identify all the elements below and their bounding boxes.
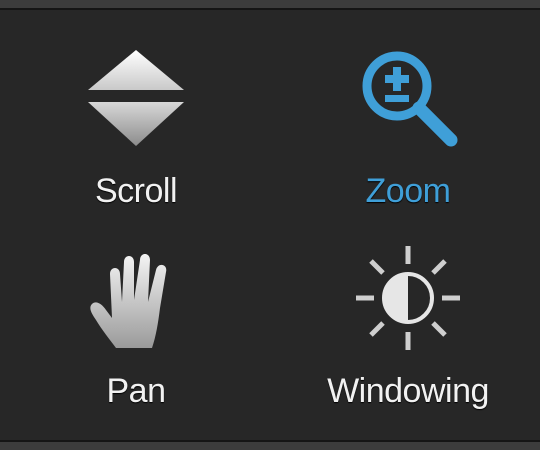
zoom-magnifier-icon [362, 51, 458, 147]
windowing-icon-container [288, 240, 528, 360]
windowing-tool-button[interactable]: Windowing [288, 240, 528, 430]
scroll-tool-button[interactable]: Scroll [16, 40, 256, 230]
scroll-label: Scroll [94, 172, 178, 210]
zoom-icon-container [288, 40, 528, 160]
hand-icon [90, 254, 167, 348]
pan-label: Pan [106, 372, 167, 410]
windowing-label: Windowing [327, 372, 489, 410]
pan-tool-button[interactable]: Pan [16, 240, 256, 430]
zoom-tool-button[interactable]: Zoom [288, 40, 528, 230]
brightness-contrast-icon [356, 246, 460, 350]
scroll-icon-container [16, 40, 256, 160]
scroll-arrows-icon [88, 50, 184, 146]
zoom-label: Zoom [365, 172, 451, 210]
tool-panel: Scroll Zoom Pan Windowing [0, 0, 540, 450]
pan-icon-container [16, 240, 256, 360]
